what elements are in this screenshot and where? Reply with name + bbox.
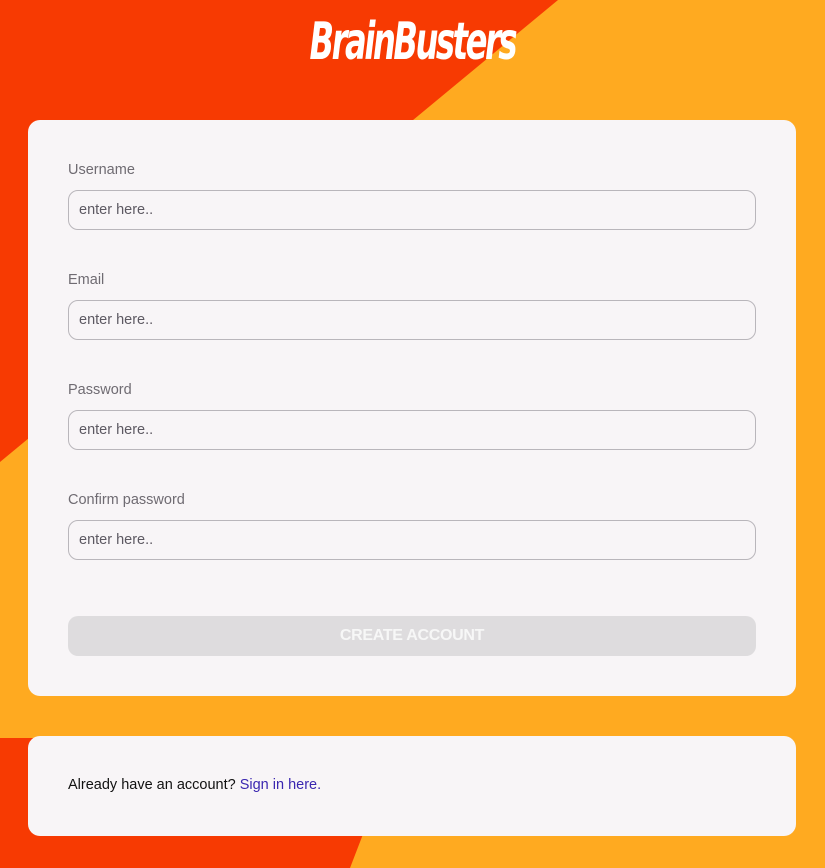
password-label: Password <box>68 382 132 398</box>
signin-row: Already have an account? Sign in here. <box>68 777 321 793</box>
password-input[interactable] <box>68 410 756 450</box>
signin-link[interactable]: Sign in here. <box>240 777 321 793</box>
app-logo[interactable]: BrainBusters <box>157 6 669 78</box>
signin-card: Already have an account? Sign in here. <box>28 736 796 836</box>
create-account-button[interactable]: CREATE ACCOUNT <box>68 616 756 656</box>
email-input[interactable] <box>68 300 756 340</box>
confirm-password-label: Confirm password <box>68 492 185 508</box>
username-label: Username <box>68 162 135 178</box>
signup-form-card: Username Email Password Confirm password… <box>28 120 796 696</box>
signin-prompt: Already have an account? <box>68 777 236 793</box>
email-label: Email <box>68 272 105 288</box>
confirm-password-input[interactable] <box>68 520 756 560</box>
username-input[interactable] <box>68 190 756 230</box>
